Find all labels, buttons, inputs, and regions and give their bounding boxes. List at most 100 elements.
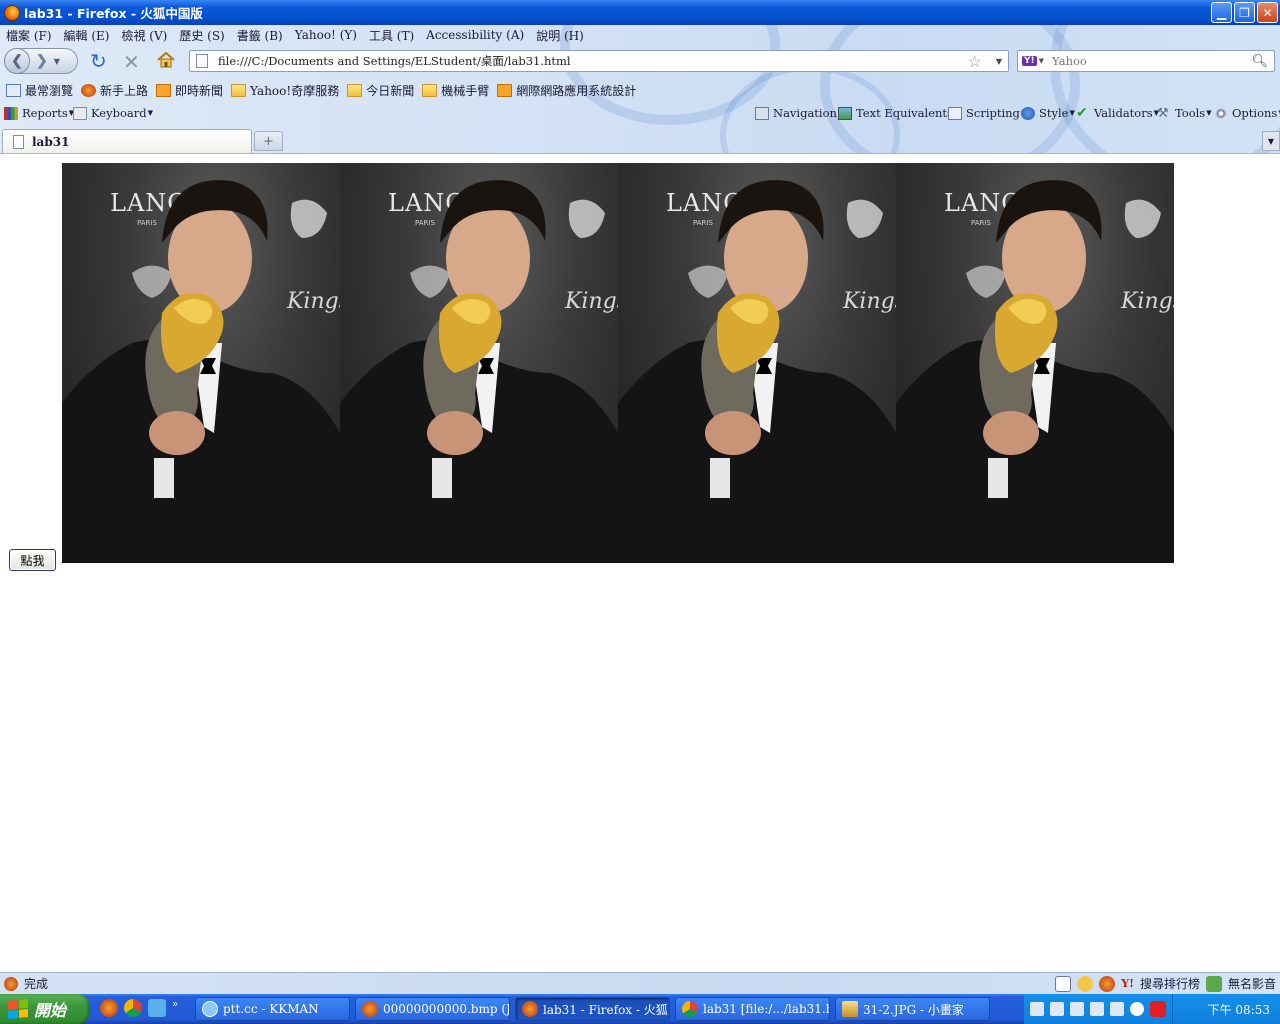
toolbar-validators[interactable]: ✔ Validators ▼ (1076, 104, 1159, 121)
search-bar[interactable]: Y! ▼ 🔍︎ (1017, 50, 1275, 72)
bookmark-yahoo-services[interactable]: Yahoo!奇摩服務 (231, 82, 339, 99)
smiley-icon[interactable] (1077, 975, 1094, 992)
task-firefox-lab31[interactable]: lab31 - Firefox - 火狐... (515, 997, 670, 1021)
toolbar-text-equivalents[interactable]: Text Equivalents▼ (838, 106, 959, 120)
accessibility-toolbar: Reports▼ Keyboard▼ Navigation▼ Text Equi… (0, 103, 1280, 125)
gmail-icon[interactable] (1055, 975, 1072, 992)
new-tab-button[interactable]: + (254, 131, 283, 151)
bookmarks-toolbar: 最常瀏覽 新手上路 即時新聞 Yahoo!奇摩服務 今日新聞 機械手臂 網際網路… (0, 79, 638, 101)
bookmark-today-news[interactable]: 今日新聞 (347, 82, 414, 99)
toolbar-scripting[interactable]: Scripting▼ (948, 106, 1026, 120)
firefox-icon[interactable] (1099, 975, 1116, 992)
bookmark-page-icon (6, 83, 21, 97)
navigation-toolbar: ❮ ❯ ▼ ↻ ✕ ☆ ▼ Y! ▼ 🔍︎ (0, 46, 1280, 76)
svg-text:PARIS: PARIS (415, 219, 435, 227)
search-icon[interactable]: 🔍︎ (1251, 54, 1268, 69)
menu-file[interactable]: 檔案 (F) (0, 27, 58, 44)
menu-tools[interactable]: 工具 (T) (363, 27, 420, 44)
menu-view[interactable]: 檢視 (V) (115, 27, 173, 44)
photo-image: LANCÔPARISKingst (618, 163, 896, 563)
menu-edit[interactable]: 編輯 (E) (58, 27, 116, 44)
network-tray-icon[interactable] (1110, 1002, 1124, 1016)
bookmark-robot-arm[interactable]: 機械手臂 (422, 82, 489, 99)
status-bar: 完成 Y! 搜尋排行榜 無名影音 (0, 972, 1280, 994)
keyboard-tray-icon[interactable] (1030, 1002, 1044, 1016)
wretch-video-link[interactable]: 無名影音 (1228, 975, 1276, 992)
toolbar-label: Navigation (773, 106, 837, 120)
toolbar-navigation[interactable]: Navigation▼ (755, 106, 843, 120)
menu-help[interactable]: 說明 (H) (530, 27, 590, 44)
toolbar-label: Reports (22, 106, 68, 120)
tray-expand-icon[interactable] (1130, 1002, 1144, 1016)
toolbar-label: Keyboard (91, 106, 147, 120)
toolbar-options[interactable]: Options▼ (1214, 106, 1280, 120)
back-button[interactable]: ❮ (4, 47, 30, 74)
toolbar-label: Text Equivalents (856, 106, 953, 120)
check-icon: ✔ (1076, 104, 1088, 121)
tab-lab31[interactable]: lab31 (2, 129, 252, 153)
task-kkman[interactable]: ptt.cc - KKMAN (195, 997, 350, 1021)
click-me-button[interactable]: 點我 (9, 549, 56, 571)
menu-history[interactable]: 歷史 (S) (173, 27, 230, 44)
task-paint[interactable]: 31-2.JPG - 小畫家 (835, 997, 990, 1021)
rss-icon (156, 83, 172, 97)
monitor-tray-icon[interactable] (1070, 1002, 1084, 1016)
list-all-tabs-button[interactable]: ▼ (1262, 131, 1280, 151)
bookmark-latest-news[interactable]: 即時新聞 (156, 82, 223, 99)
home-button[interactable] (157, 52, 175, 68)
scripting-icon (948, 106, 962, 120)
bookmark-label: 即時新聞 (175, 83, 224, 98)
status-icons: Y! 搜尋排行榜 無名影音 (1055, 975, 1276, 992)
task-bmp-viewer[interactable]: 00000000000.bmp (JP... (355, 997, 510, 1021)
search-ranking-link[interactable]: 搜尋排行榜 (1140, 975, 1200, 992)
ie-icon[interactable] (148, 999, 166, 1017)
back-forward-group: ❮ ❯ ▼ (4, 47, 78, 74)
yahoo-engine-icon[interactable]: Y! (1022, 56, 1037, 66)
url-bar[interactable]: ☆ ▼ (189, 50, 1009, 72)
firefox-icon[interactable] (100, 999, 118, 1017)
page-icon (13, 134, 24, 149)
bookmark-most-visited[interactable]: 最常瀏覽 (6, 82, 73, 99)
menu-accessibility[interactable]: Accessibility (A) (420, 28, 530, 42)
page-content: 點我 LANCÔPARISKingstLANCÔPARISKingstLANCÔ… (0, 153, 1280, 972)
reload-button[interactable]: ↻ (90, 51, 107, 71)
engine-dropdown-icon[interactable]: ▼ (1039, 57, 1044, 65)
url-input[interactable] (218, 54, 968, 68)
task-label: ptt.cc - KKMAN (223, 1002, 319, 1016)
svg-text:Kingst: Kingst (1120, 289, 1174, 314)
restore-button[interactable]: ❐ (1234, 2, 1255, 23)
more-quicklaunch-icon[interactable]: » (172, 999, 178, 1017)
bookmark-star-icon[interactable]: ☆ (968, 52, 982, 71)
menu-yahoo[interactable]: Yahoo! (Y) (289, 28, 363, 42)
firefox-icon (362, 1001, 378, 1017)
minimize-button[interactable]: ▁ (1211, 2, 1232, 23)
url-dropdown-icon[interactable]: ▼ (996, 57, 1002, 66)
forward-button[interactable]: ❯ (36, 53, 48, 69)
start-button[interactable]: 開始 (0, 994, 90, 1024)
stop-button[interactable]: ✕ (123, 50, 140, 74)
toolbar-tools[interactable]: ⚒ Tools ▼ (1157, 106, 1212, 120)
task-label: 31-2.JPG - 小畫家 (863, 1002, 964, 1017)
search-input[interactable] (1052, 54, 1252, 68)
task-chrome-lab31[interactable]: lab31 [file:/.../lab31.ht... (675, 997, 830, 1021)
bookmark-label: 今日新聞 (366, 83, 415, 98)
folder-icon (347, 83, 363, 97)
close-button[interactable]: ✕ (1257, 2, 1278, 23)
antivirus-tray-icon[interactable] (1150, 1001, 1166, 1017)
svg-text:PARIS: PARIS (693, 219, 713, 227)
navigation-icon (755, 106, 769, 120)
style-icon (1021, 106, 1035, 120)
bookmark-web-app-design[interactable]: 網際網路應用系統設計 (497, 82, 636, 99)
bookmark-getting-started[interactable]: 新手上路 (81, 82, 148, 99)
svg-text:Kingst: Kingst (286, 289, 340, 314)
history-dropdown-icon[interactable]: ▼ (54, 57, 60, 66)
toolbar-style[interactable]: Style ▼ (1021, 106, 1075, 120)
help-tray-icon[interactable] (1090, 1002, 1104, 1016)
toolbar-keyboard[interactable]: Keyboard ▼ (73, 106, 153, 120)
toolbar-reports[interactable]: Reports ▼ (4, 106, 74, 120)
clock[interactable]: 下午 08:53 (1172, 994, 1280, 1024)
chrome-icon[interactable] (124, 999, 142, 1017)
pen-tray-icon[interactable] (1050, 1002, 1064, 1016)
status-text: 完成 (24, 977, 49, 991)
menu-bookmarks[interactable]: 書籤 (B) (231, 27, 289, 44)
